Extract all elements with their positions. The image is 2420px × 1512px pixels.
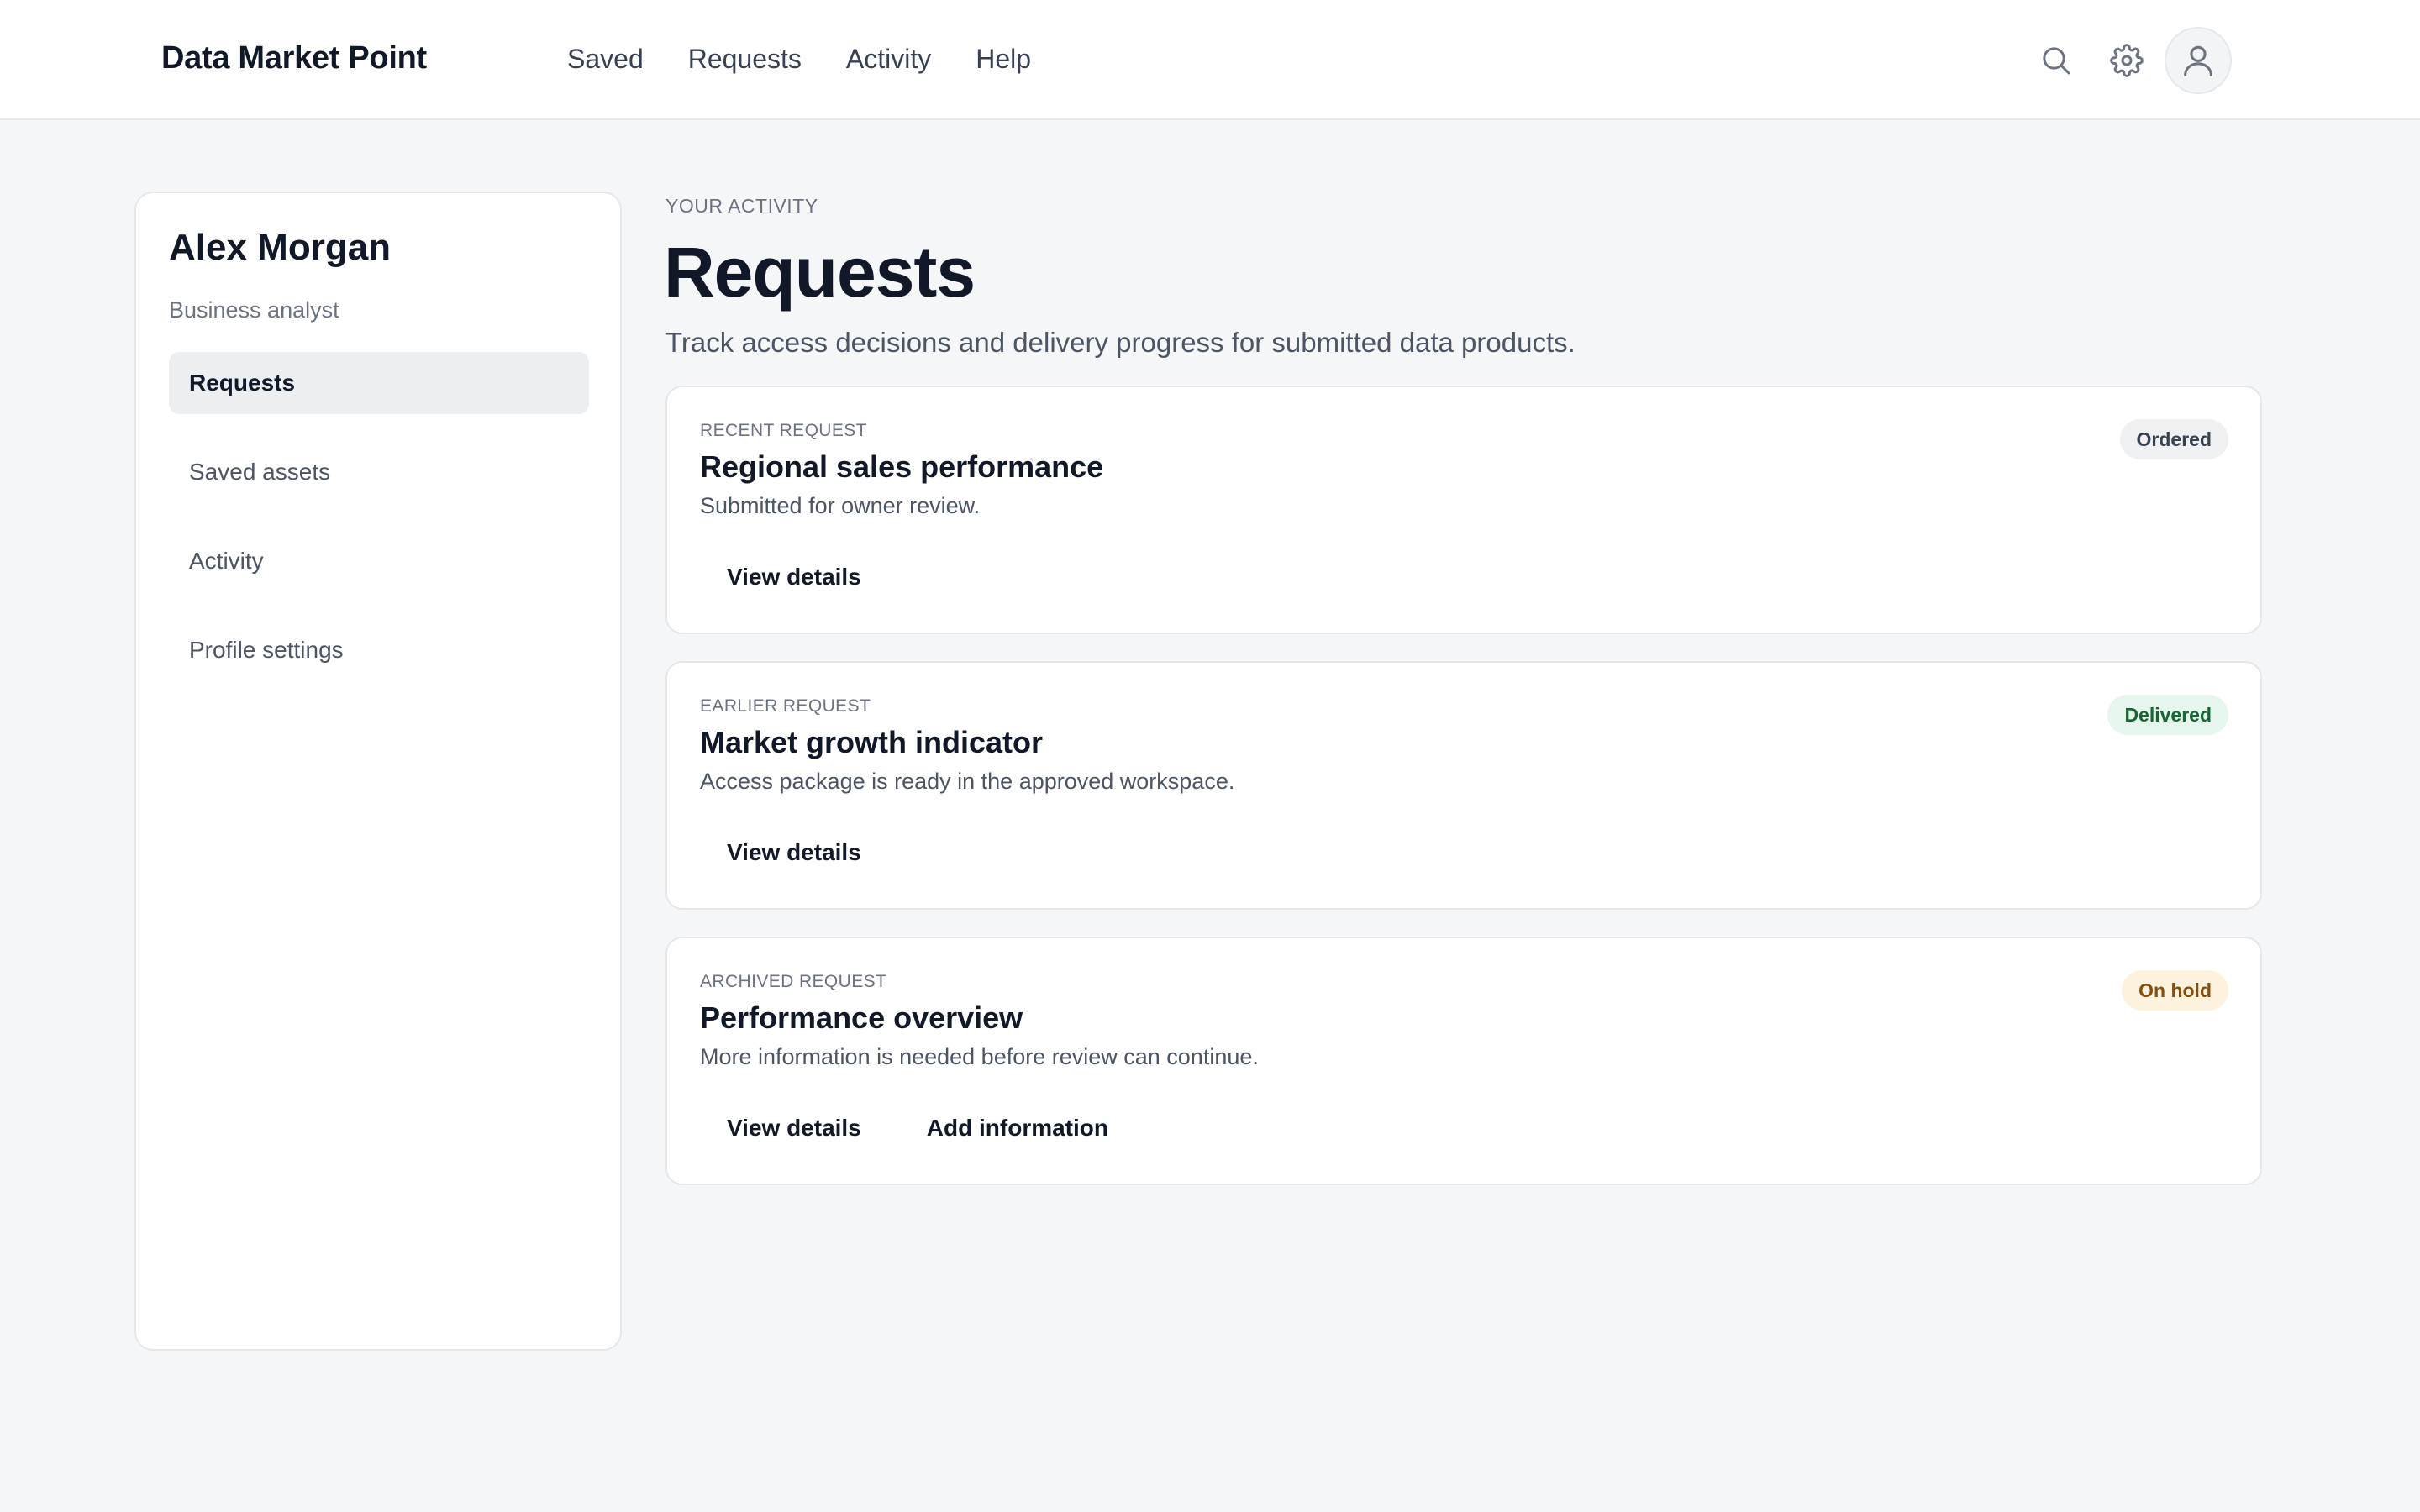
card-actions: View details (700, 552, 888, 602)
page-description: Track access decisions and delivery prog… (666, 327, 1576, 358)
page-eyebrow: YOUR ACTIVITY (666, 195, 818, 217)
status-badge: Delivered (2107, 695, 2228, 735)
profile-sidebar: Alex Morgan Business analyst Requests Sa… (134, 192, 622, 1351)
view-details-button[interactable]: View details (700, 1103, 888, 1153)
status-badge: On hold (2122, 970, 2228, 1011)
view-details-button[interactable]: View details (700, 552, 888, 602)
nav-item-activity[interactable]: Activity (846, 44, 931, 75)
sidebar-nav: Requests Saved assets Activity Profile s… (169, 352, 589, 708)
sidebar-item-requests[interactable]: Requests (169, 352, 589, 414)
gear-icon (2110, 44, 2144, 77)
user-icon (2184, 45, 2212, 76)
search-icon (2043, 47, 2070, 75)
nav-item-saved[interactable]: Saved (567, 44, 644, 75)
add-information-button[interactable]: Add information (900, 1103, 1135, 1153)
card-eyebrow: EARLIER REQUEST (700, 696, 871, 716)
sidebar-item-profile-settings[interactable]: Profile settings (169, 619, 589, 681)
sidebar-item-activity[interactable]: Activity (169, 530, 589, 592)
request-card: EARLIER REQUEST Market growth indicator … (666, 661, 2262, 910)
card-title: Market growth indicator (700, 725, 1044, 759)
top-navigation-bar: Data Market Point Saved Requests Activit… (0, 0, 2420, 120)
view-details-button[interactable]: View details (700, 827, 888, 878)
card-description: Access package is ready in the approved … (700, 769, 1235, 794)
settings-button[interactable] (2104, 38, 2149, 83)
card-actions: View details (700, 827, 888, 878)
request-card: RECENT REQUEST Regional sales performanc… (666, 386, 2262, 634)
nav-item-requests[interactable]: Requests (688, 44, 802, 75)
card-eyebrow: RECENT REQUEST (700, 421, 867, 440)
request-card: ARCHIVED REQUEST Performance overview Mo… (666, 937, 2262, 1185)
sidebar-item-saved-assets[interactable]: Saved assets (169, 441, 589, 503)
card-description: Submitted for owner review. (700, 493, 981, 518)
nav-item-help[interactable]: Help (976, 44, 1031, 75)
status-badge: Ordered (2119, 419, 2228, 459)
primary-nav: Saved Requests Activity Help (567, 44, 1031, 75)
card-eyebrow: ARCHIVED REQUEST (700, 972, 887, 991)
brand-logo-text[interactable]: Data Market Point (161, 40, 427, 76)
user-avatar-button[interactable] (2165, 27, 2232, 94)
card-description: More information is needed before review… (700, 1044, 1259, 1069)
user-name: Alex Morgan (169, 227, 392, 268)
search-button[interactable] (2033, 38, 2079, 83)
card-actions: View details Add information (700, 1103, 1135, 1153)
card-title: Performance overview (700, 1000, 1023, 1035)
card-title: Regional sales performance (700, 449, 1104, 484)
page-title: Requests (664, 233, 976, 312)
user-role: Business analyst (169, 297, 339, 323)
